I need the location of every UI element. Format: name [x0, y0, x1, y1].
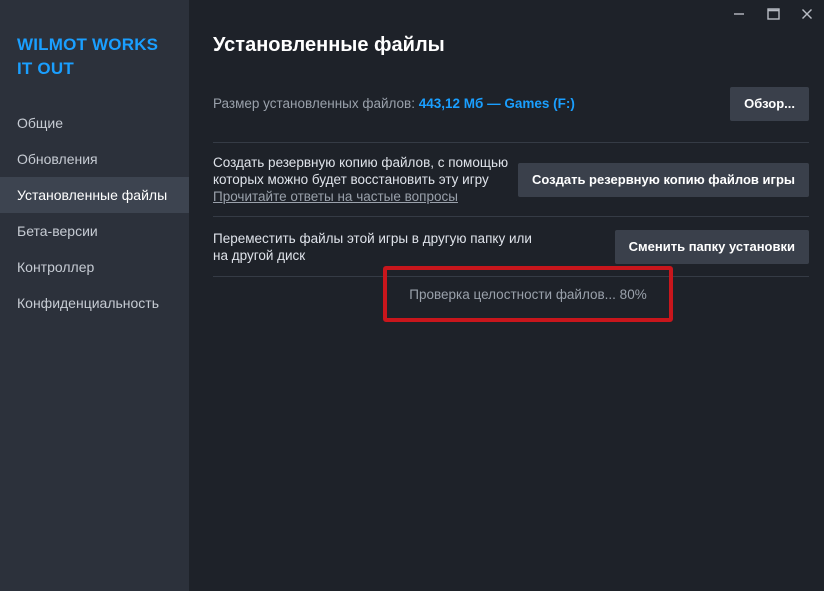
faq-link[interactable]: Прочитайте ответы на частые вопросы: [213, 188, 518, 205]
game-title: WILMOT WORKS IT OUT: [17, 35, 159, 78]
properties-window: WILMOT WORKS IT OUT Общие Обновления Уст…: [0, 0, 824, 591]
close-button[interactable]: [790, 0, 824, 28]
install-size-label: Размер установленных файлов:: [213, 96, 415, 111]
sidebar-item-controller[interactable]: Контроллер: [0, 249, 189, 285]
installed-files-content: Установленные файлы Размер установленных…: [213, 30, 809, 322]
install-size-row: Размер установленных файлов: 443,12 Мб —…: [213, 77, 809, 143]
window-controls: [722, 0, 824, 28]
sidebar-item-updates[interactable]: Обновления: [0, 141, 189, 177]
verify-status-text: Проверка целостности файлов... 80%: [409, 286, 647, 302]
install-size-value: 443,12 Мб — Games (F:): [418, 96, 575, 111]
minimize-icon: [734, 13, 744, 15]
move-folder-button[interactable]: Сменить папку установки: [614, 229, 809, 264]
browse-button[interactable]: Обзор...: [730, 86, 809, 121]
page-title: Установленные файлы: [213, 34, 445, 56]
sidebar-item-privacy[interactable]: Конфиденциальность: [0, 285, 189, 321]
sidebar-item-betas[interactable]: Бета-версии: [0, 213, 189, 249]
backup-button[interactable]: Создать резервную копию файлов игры: [517, 162, 809, 197]
install-size-text: Размер установленных файлов: 443,12 Мб —…: [213, 96, 575, 111]
close-icon: [802, 9, 812, 19]
main-panel: Установленные файлы Размер установленных…: [189, 0, 824, 591]
maximize-icon: [766, 8, 780, 20]
minimize-button[interactable]: [722, 0, 756, 28]
sidebar: WILMOT WORKS IT OUT Общие Обновления Уст…: [0, 0, 189, 591]
backup-description: Создать резервную копию файлов, с помощь…: [213, 154, 518, 205]
verify-progress-highlight: Проверка целостности файлов... 80%: [383, 266, 673, 322]
backup-text: Создать резервную копию файлов, с помощь…: [213, 155, 509, 187]
sidebar-item-installed-files[interactable]: Установленные файлы: [0, 177, 189, 213]
sidebar-item-general[interactable]: Общие: [0, 105, 189, 141]
maximize-button[interactable]: [756, 0, 790, 28]
backup-row: Создать резервную копию файлов, с помощь…: [213, 143, 809, 217]
move-folder-text: Переместить файлы этой игры в другую пап…: [213, 230, 532, 263]
